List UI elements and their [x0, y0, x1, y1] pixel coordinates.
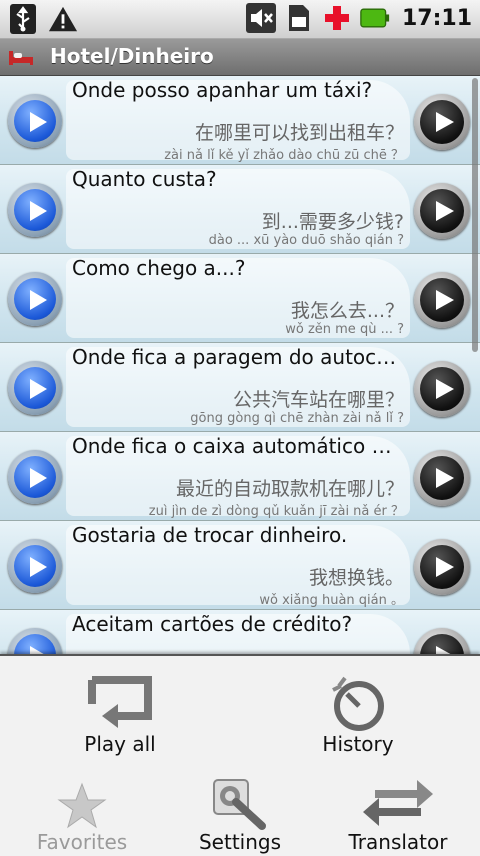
scrollbar[interactable] [472, 78, 478, 352]
options-menu: Play all History Favorites Settings Tran… [0, 654, 480, 856]
play-chinese-button[interactable] [414, 272, 470, 328]
translator-label: Translator [348, 830, 448, 854]
portuguese-phrase: Onde posso apanhar um táxi? [72, 78, 373, 102]
history-label: History [322, 732, 394, 756]
play-chinese-button[interactable] [414, 628, 470, 656]
favorites-label: Favorites [36, 830, 128, 854]
play-all-menu-item[interactable]: Play all [40, 668, 200, 756]
history-icon [329, 676, 387, 732]
settings-wrench-icon [212, 778, 268, 830]
chinese-phrase: 在哪里可以找到出租车？ [194, 122, 404, 144]
title-bar: Hotel/Dinheiro [0, 39, 480, 76]
list-item[interactable]: Onde fica o caixa automático mais... 最近的… [0, 432, 480, 521]
phrase-list[interactable]: Onde posso apanhar um táxi? 在哪里可以找到出租车？ … [0, 76, 480, 656]
chinese-phrase: 我想换钱。 [308, 567, 404, 589]
pinyin-phrase: zài nǎ lǐ kě yǐ zhǎo dào chū zū chē ？ [164, 148, 404, 163]
chinese-phrase: 最近的自动取款机在哪儿？ [175, 478, 404, 500]
page-title: Hotel/Dinheiro [50, 44, 214, 68]
play-portuguese-button[interactable] [8, 183, 62, 237]
list-item[interactable]: Gostaria de trocar dinheiro. 我想换钱。 wǒ xi… [0, 521, 480, 610]
chinese-phrase: 到...需要多少钱? [261, 211, 404, 233]
pinyin-phrase: dào ... xū yào duō shǎo qián ? [208, 233, 404, 248]
play-portuguese-button[interactable] [8, 361, 62, 415]
list-item[interactable]: Onde fica a paragem do autocarro? 公共汽车站在… [0, 343, 480, 432]
sd-card-icon [284, 3, 314, 33]
play-portuguese-button[interactable] [8, 628, 62, 656]
repeat-icon [88, 676, 152, 732]
status-bar: 17:11 [0, 0, 480, 39]
usb-icon [8, 4, 38, 34]
portuguese-phrase: Quanto custa? [72, 167, 217, 191]
play-chinese-button[interactable] [414, 183, 470, 239]
battery-icon [360, 3, 390, 33]
list-item[interactable]: Onde posso apanhar um táxi? 在哪里可以找到出租车？ … [0, 76, 480, 165]
list-item[interactable]: Como chego a...? 我怎么去...？ wǒ zěn me qù .… [0, 254, 480, 343]
chinese-phrase: 公共汽车站在哪里？ [232, 389, 404, 411]
portuguese-phrase: Onde fica a paragem do autocarro? [72, 345, 408, 369]
play-chinese-button[interactable] [414, 450, 470, 506]
warning-icon [48, 4, 78, 34]
history-menu-item[interactable]: History [278, 668, 438, 756]
pinyin-phrase: wǒ xiǎng huàn qián 。 [259, 593, 404, 608]
list-item[interactable]: Aceitam cartões de crédito? [0, 610, 480, 656]
pinyin-phrase: zuì jìn de zì dòng qǔ kuǎn jī zài nǎ ér … [148, 504, 404, 519]
pinyin-phrase: wǒ zěn me qù ... ? [285, 322, 404, 337]
swap-arrows-icon [361, 774, 435, 830]
play-portuguese-button[interactable] [8, 272, 62, 326]
list-item[interactable]: Quanto custa? 到...需要多少钱? dào ... xū yào … [0, 165, 480, 254]
portuguese-phrase: Como chego a...? [72, 256, 246, 280]
mute-icon [245, 3, 276, 33]
settings-label: Settings [198, 830, 282, 854]
favorites-menu-item[interactable]: Favorites [2, 768, 162, 854]
star-icon [57, 782, 107, 830]
portuguese-phrase: Aceitam cartões de crédito? [72, 612, 353, 636]
portuguese-phrase: Gostaria de trocar dinheiro. [72, 523, 348, 547]
play-chinese-button[interactable] [414, 361, 470, 417]
settings-menu-item[interactable]: Settings [160, 768, 320, 854]
play-portuguese-button[interactable] [8, 94, 62, 148]
bed-icon [8, 47, 34, 67]
play-chinese-button[interactable] [414, 94, 470, 150]
translator-menu-item[interactable]: Translator [318, 768, 478, 854]
play-all-label: Play all [84, 732, 156, 756]
clock: 17:11 [401, 5, 472, 31]
play-portuguese-button[interactable] [8, 539, 62, 593]
portuguese-phrase: Onde fica o caixa automático mais... [72, 434, 408, 458]
pinyin-phrase: gōng gòng qì chē zhàn zài nǎ lǐ ? [190, 411, 404, 426]
play-portuguese-button[interactable] [8, 450, 62, 504]
plus-icon [322, 3, 352, 33]
play-chinese-button[interactable] [414, 539, 470, 595]
chinese-phrase: 我怎么去...？ [290, 300, 404, 322]
